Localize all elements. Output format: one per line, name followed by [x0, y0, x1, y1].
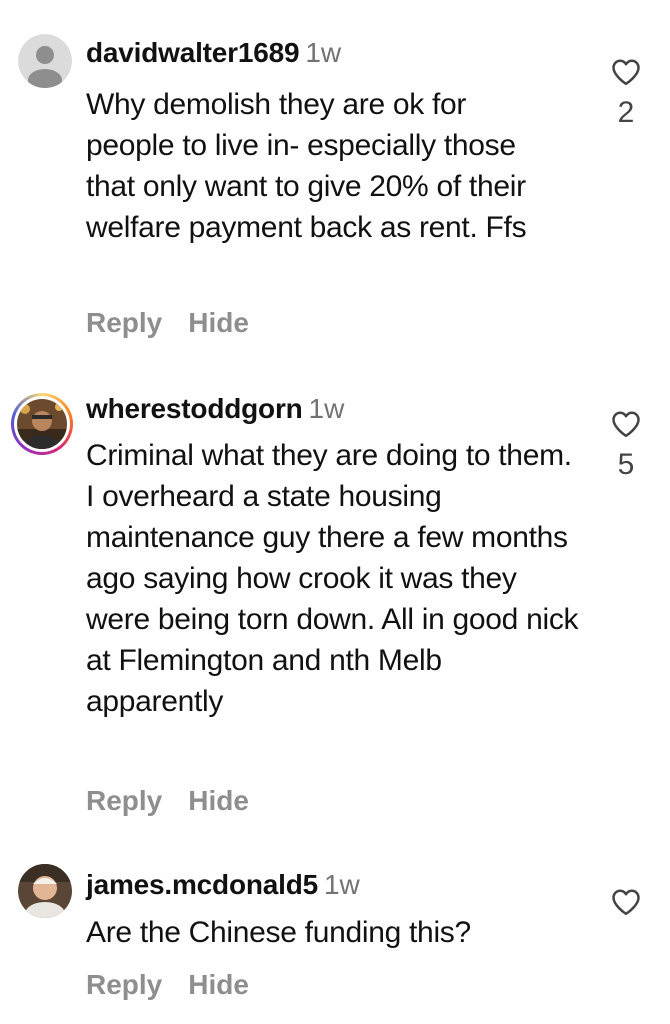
reply-button[interactable]: Reply — [86, 969, 162, 1000]
heart-outline-icon — [612, 889, 640, 916]
avatar-photo — [18, 864, 72, 918]
comment-header: james.mcdonald5 1w — [86, 868, 360, 902]
like-button[interactable] — [606, 888, 646, 926]
comment-item: james.mcdonald5 1w Are the Chinese fundin… — [0, 0, 670, 1024]
comment-actions: Reply Hide — [86, 968, 275, 1002]
username[interactable]: james.mcdonald5 — [86, 869, 318, 900]
comment-text: Are the Chinese funding this? — [86, 916, 471, 949]
timestamp: 1w — [323, 869, 360, 900]
hide-button[interactable]: Hide — [188, 969, 249, 1000]
avatar[interactable] — [18, 864, 72, 918]
